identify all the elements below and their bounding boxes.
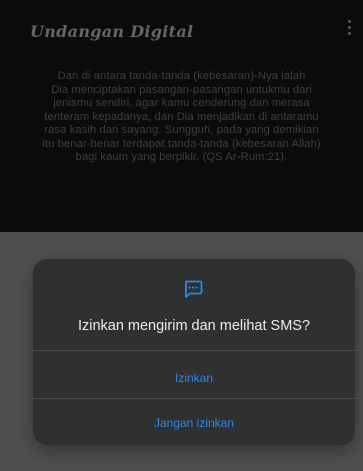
permission-dialog: Izinkan mengirim dan melihat SMS? Izinka… (33, 259, 355, 445)
allow-button[interactable]: Izinkan (33, 371, 355, 385)
divider (33, 398, 355, 399)
deny-button[interactable]: Jangan izinkan (33, 416, 355, 430)
screen: Undangan Digital Dan di antara tanda-tan… (0, 0, 363, 471)
dialog-title: Izinkan mengirim dan melihat SMS? (77, 318, 311, 334)
divider (33, 350, 355, 351)
sms-message-icon (185, 280, 203, 298)
